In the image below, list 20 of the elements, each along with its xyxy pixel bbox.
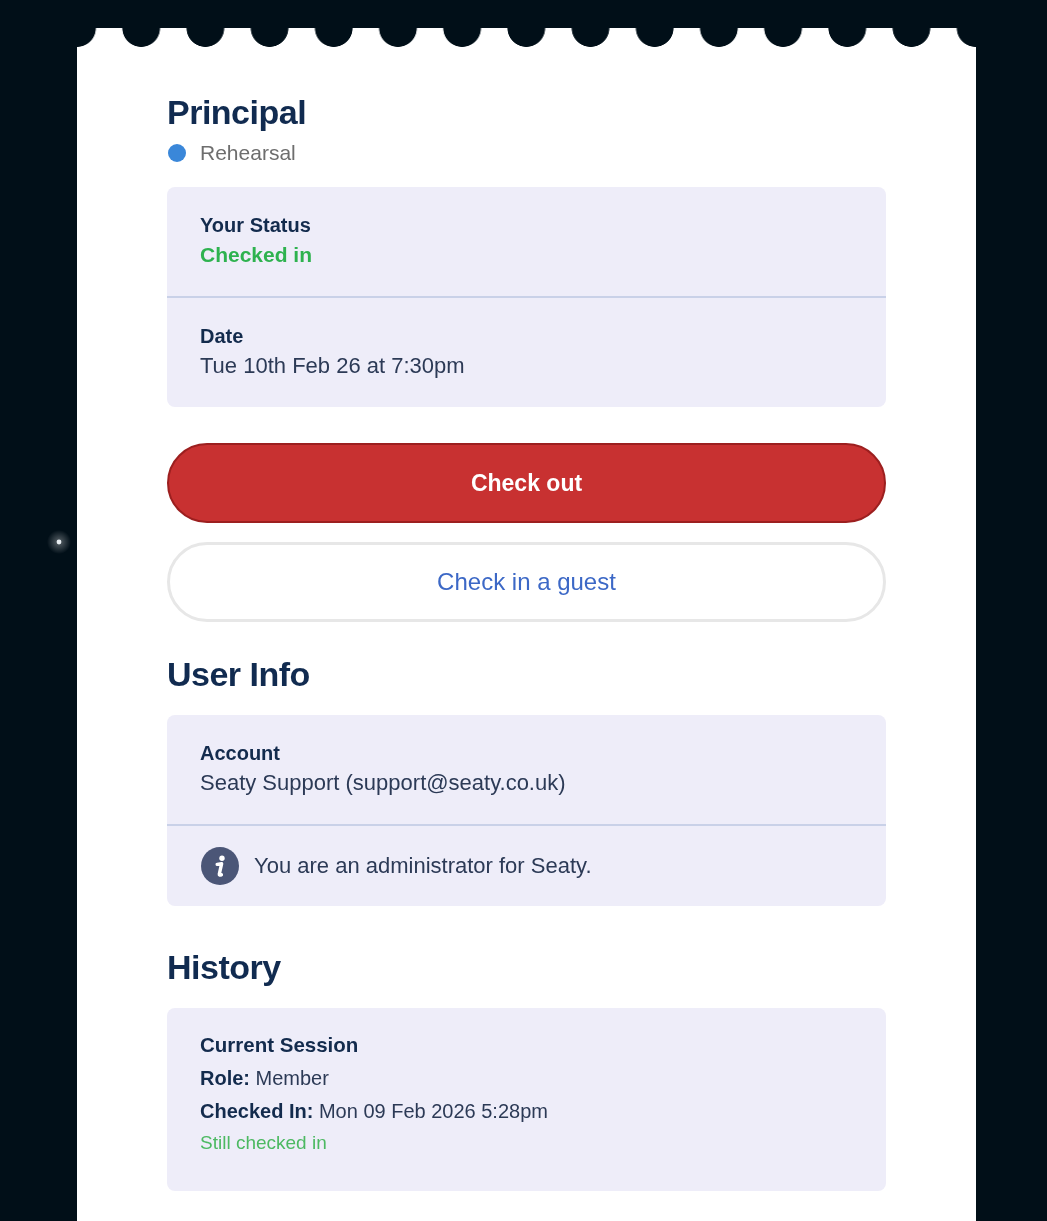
info-icon xyxy=(201,847,239,885)
section-heading: User Info xyxy=(167,654,311,694)
field-value: Seaty Support (support@seaty.co.uk) xyxy=(200,769,567,797)
event-type-label: Rehearsal xyxy=(200,140,296,166)
field-value: Tue 10th Feb 26 at 7:30pm xyxy=(200,352,466,380)
status-value: Checked in xyxy=(200,242,314,268)
session-detail: Checked In: Mon 09 Feb 2026 5:28pm xyxy=(200,1099,548,1124)
admin-notice-text: You are an administrator for Seaty. xyxy=(254,852,592,880)
field-label: Date xyxy=(200,324,245,349)
sparkle-icon xyxy=(47,530,71,554)
section-heading: History xyxy=(167,947,282,987)
status-dot-icon xyxy=(168,144,186,162)
field-label: Your Status xyxy=(200,213,312,238)
field-label: Account xyxy=(200,741,281,766)
event-title: Principal xyxy=(167,92,308,132)
check-in-guest-button[interactable]: Check in a guest xyxy=(167,542,886,622)
session-detail: Role: Member xyxy=(200,1066,329,1091)
session-title: Current Session xyxy=(200,1032,359,1058)
session-status: Still checked in xyxy=(200,1131,327,1155)
check-out-button[interactable]: Check out xyxy=(167,443,886,523)
